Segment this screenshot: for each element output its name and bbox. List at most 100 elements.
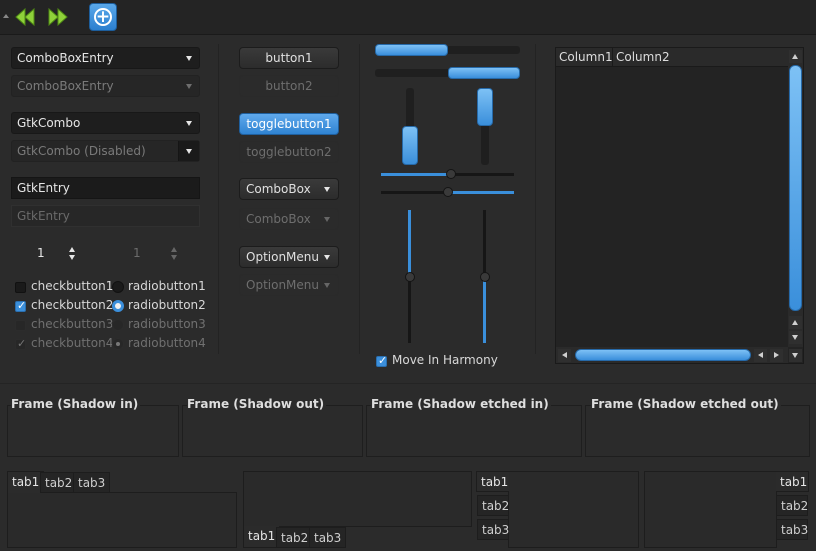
move-in-harmony-label[interactable]: Move In Harmony bbox=[392, 353, 498, 367]
add-icon[interactable] bbox=[89, 3, 117, 31]
chevron-down-icon bbox=[186, 149, 192, 154]
tab-tab1[interactable]: tab1 bbox=[7, 471, 45, 493]
checkbutton2-label[interactable]: checkbutton2 bbox=[31, 298, 113, 312]
go-last-icon[interactable] bbox=[47, 6, 69, 28]
hscale2-slider[interactable] bbox=[443, 187, 453, 197]
separator bbox=[535, 44, 536, 354]
vscale2-fill bbox=[483, 276, 486, 343]
hscale1-slider[interactable] bbox=[446, 169, 456, 179]
frame-shadow-out bbox=[182, 405, 363, 457]
gtk-combo-disabled-text: GtkCombo (Disabled) bbox=[17, 144, 146, 158]
chevron-down-icon bbox=[186, 84, 192, 89]
button2: button2 bbox=[239, 75, 339, 97]
column-header-2[interactable]: Column2 bbox=[613, 48, 788, 67]
togglebutton1[interactable]: togglebutton1 bbox=[239, 113, 339, 135]
option-menu[interactable]: OptionMenu bbox=[239, 246, 339, 268]
combobox-disabled: ComboBox bbox=[239, 208, 339, 230]
frame-shadow-etched-in-title: Frame (Shadow etched in) bbox=[371, 397, 551, 411]
button1[interactable]: button1 bbox=[239, 47, 339, 69]
notebook-top bbox=[7, 492, 237, 548]
tab-tab2[interactable]: tab2 bbox=[276, 527, 314, 548]
spin-up-icon[interactable] bbox=[69, 247, 75, 252]
chevron-down-icon bbox=[324, 217, 330, 222]
radiobutton1-circle[interactable] bbox=[112, 281, 124, 293]
progress-fill bbox=[477, 88, 493, 126]
scroll-down-icon[interactable] bbox=[789, 349, 802, 362]
vscale2-slider[interactable] bbox=[480, 272, 490, 282]
scroll-up-icon[interactable] bbox=[789, 50, 802, 63]
tab-tab1[interactable]: tab1 bbox=[476, 471, 509, 492]
vscale1-slider[interactable] bbox=[405, 272, 415, 282]
combo-box-entry-text: ComboBoxEntry bbox=[17, 51, 114, 65]
chevron-down-icon[interactable] bbox=[186, 121, 192, 126]
option-menu-disabled: OptionMenu bbox=[239, 274, 339, 296]
progress-fill bbox=[448, 67, 520, 79]
scroll-right-icon[interactable] bbox=[770, 349, 783, 362]
checkbutton1-label[interactable]: checkbutton1 bbox=[31, 279, 113, 293]
move-in-harmony-checkbox[interactable] bbox=[376, 354, 387, 367]
gtk-entry-disabled-text: GtkEntry bbox=[17, 209, 70, 223]
radiobutton1-label[interactable]: radiobutton1 bbox=[128, 279, 206, 293]
spin-button-value: 1 bbox=[37, 246, 45, 260]
chevron-down-icon[interactable] bbox=[186, 56, 192, 61]
horizontal-scrollbar[interactable] bbox=[556, 347, 788, 363]
tab-tab2[interactable]: tab2 bbox=[40, 472, 78, 493]
scroll-down-icon[interactable] bbox=[789, 331, 802, 344]
horizontal-scroll-thumb[interactable] bbox=[575, 349, 751, 361]
checkbutton1-box[interactable] bbox=[15, 282, 26, 293]
scroll-left-icon[interactable] bbox=[558, 349, 571, 362]
vertical-scroll-thumb[interactable] bbox=[789, 65, 802, 311]
tab-tab3[interactable]: tab3 bbox=[309, 527, 347, 548]
radiobutton2-label[interactable]: radiobutton2 bbox=[128, 298, 206, 312]
frame-shadow-in-title: Frame (Shadow in) bbox=[11, 397, 141, 411]
gtk-entry[interactable]: GtkEntry bbox=[11, 177, 200, 199]
chevron-down-icon[interactable] bbox=[324, 187, 330, 192]
vertical-scrollbar[interactable] bbox=[788, 48, 803, 347]
radiobutton3-circle bbox=[112, 319, 124, 331]
combo-box-entry[interactable]: ComboBoxEntry bbox=[11, 47, 200, 69]
tab-tab3[interactable]: tab3 bbox=[73, 472, 111, 493]
progress-bar-h2 bbox=[375, 67, 520, 79]
progress-fill bbox=[402, 126, 418, 165]
spin-up-icon bbox=[171, 247, 177, 252]
frame-shadow-etched-out bbox=[585, 405, 810, 457]
combobox-disabled-text: ComboBox bbox=[246, 212, 311, 226]
frame-shadow-etched-out-title: Frame (Shadow etched out) bbox=[591, 397, 781, 411]
tab-tab1[interactable]: tab1 bbox=[243, 526, 281, 548]
tab-tab3[interactable]: tab3 bbox=[776, 519, 808, 540]
progress-fill bbox=[375, 44, 448, 56]
chevron-down-icon[interactable] bbox=[324, 255, 330, 260]
gtk-entry-text: GtkEntry bbox=[17, 181, 70, 195]
spin-button[interactable]: 1 bbox=[30, 242, 78, 264]
gtk-combo[interactable]: GtkCombo bbox=[11, 112, 200, 134]
frame-shadow-in bbox=[7, 405, 179, 457]
combobox-text: ComboBox bbox=[246, 182, 311, 196]
checkbutton2-box[interactable] bbox=[15, 299, 26, 312]
toolbar-grip-icon[interactable] bbox=[3, 14, 9, 18]
togglebutton2: togglebutton2 bbox=[239, 141, 339, 163]
separator bbox=[0, 383, 816, 384]
hscale2-fill bbox=[451, 191, 514, 194]
scroll-left-icon[interactable] bbox=[754, 349, 767, 362]
tab-tab1[interactable]: tab1 bbox=[776, 471, 809, 492]
progress-bar-v2 bbox=[477, 88, 493, 165]
tab-tab2[interactable]: tab2 bbox=[776, 495, 808, 516]
column-header-1[interactable]: Column1 bbox=[556, 48, 613, 67]
spin-button-disabled-value: 1 bbox=[133, 246, 141, 260]
chevron-down-icon bbox=[324, 283, 330, 288]
tab-tab2[interactable]: tab2 bbox=[477, 495, 509, 516]
vscale1-fill bbox=[408, 210, 411, 276]
notebook-right bbox=[644, 471, 777, 548]
spin-down-icon[interactable] bbox=[69, 255, 75, 260]
tab-tab3[interactable]: tab3 bbox=[477, 519, 509, 540]
checkbutton3-label: checkbutton3 bbox=[31, 317, 114, 331]
tree-view[interactable]: Column1 Column2 bbox=[555, 47, 804, 364]
separator bbox=[218, 44, 219, 354]
radiobutton2-circle[interactable] bbox=[112, 300, 124, 312]
scroll-up-icon[interactable] bbox=[789, 316, 802, 329]
gtk-combo-disabled: GtkCombo (Disabled) bbox=[11, 140, 200, 162]
toolbar bbox=[0, 0, 816, 35]
go-first-icon[interactable] bbox=[14, 6, 36, 28]
spin-button-disabled: 1 bbox=[126, 242, 180, 264]
combobox[interactable]: ComboBox bbox=[239, 178, 339, 200]
